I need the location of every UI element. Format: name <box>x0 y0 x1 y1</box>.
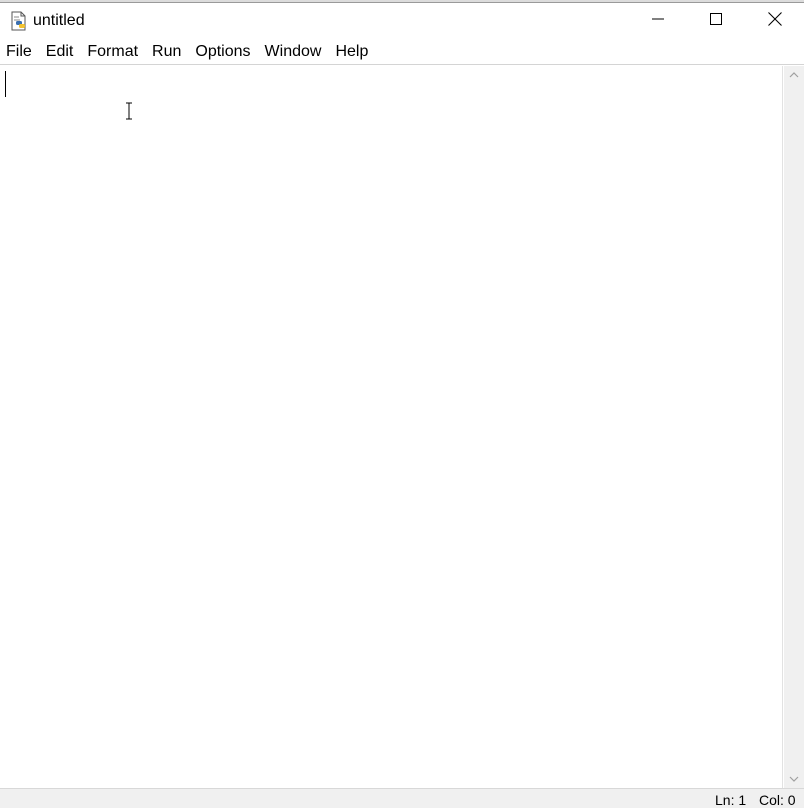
chevron-down-icon <box>789 770 799 788</box>
ibeam-cursor-icon <box>124 102 134 120</box>
code-editor-area[interactable] <box>0 66 783 788</box>
menu-help[interactable]: Help <box>335 42 368 62</box>
python-file-icon <box>9 11 29 31</box>
menu-options[interactable]: Options <box>195 42 250 62</box>
minimize-button[interactable] <box>629 3 687 39</box>
text-caret <box>5 71 6 97</box>
scroll-down-button[interactable] <box>784 770 804 788</box>
title-bar[interactable]: untitled <box>0 3 804 39</box>
window-title: untitled <box>33 12 85 29</box>
maximize-icon <box>710 12 722 30</box>
close-button[interactable] <box>746 3 804 39</box>
vertical-scrollbar[interactable] <box>784 66 804 788</box>
menu-format[interactable]: Format <box>87 42 138 62</box>
scroll-up-button[interactable] <box>784 66 804 84</box>
menu-bar: File Edit Format Run Options Window Help <box>0 39 804 65</box>
menu-edit[interactable]: Edit <box>46 42 74 62</box>
chevron-up-icon <box>789 66 799 84</box>
status-line-number: Ln: 1 <box>715 792 747 808</box>
maximize-button[interactable] <box>687 3 745 39</box>
menu-file[interactable]: File <box>6 42 32 62</box>
close-icon <box>768 11 782 31</box>
menu-window[interactable]: Window <box>265 42 322 62</box>
status-bar: Ln: 1 Col: 0 <box>0 788 804 808</box>
status-column-number: Col: 0 <box>759 792 796 808</box>
menu-run[interactable]: Run <box>152 42 181 62</box>
idle-editor-window: untitled File Edit Format Run Options Wi… <box>0 0 804 808</box>
minimize-icon <box>652 12 664 30</box>
